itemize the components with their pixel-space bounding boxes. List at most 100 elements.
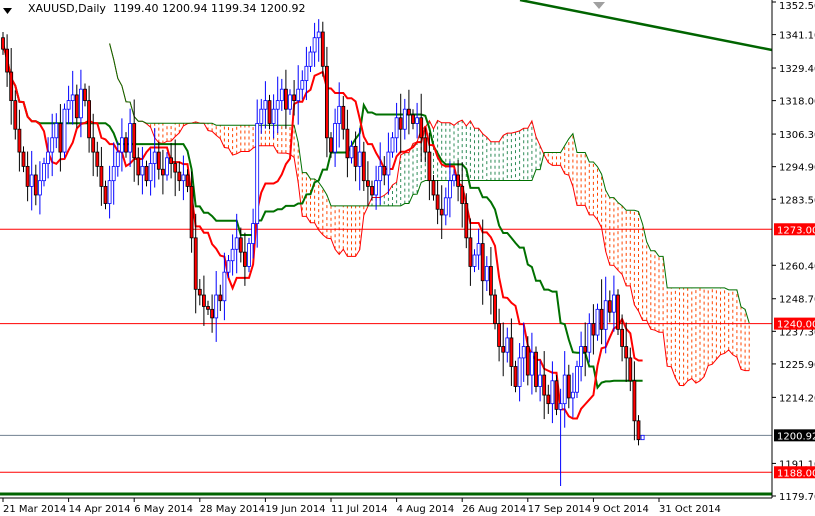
bull-candle bbox=[107, 165, 112, 219]
candle-body bbox=[583, 346, 588, 353]
period-separator-marker-icon bbox=[593, 2, 605, 9]
bull-candle bbox=[386, 132, 391, 195]
candle-body bbox=[38, 180, 42, 196]
x-tick-label: 14 Apr 2014 bbox=[69, 504, 131, 515]
x-tick-label: 31 Oct 2014 bbox=[659, 504, 721, 515]
candle-body bbox=[255, 123, 260, 224]
candle-body bbox=[571, 391, 575, 399]
bull-candle bbox=[181, 155, 186, 201]
indicator-lines bbox=[2, 43, 643, 420]
candle-body bbox=[378, 165, 383, 182]
x-tick-label: 17 Sep 2014 bbox=[528, 504, 591, 515]
y-tick-label: 1179.70 bbox=[779, 492, 815, 503]
bull-candle bbox=[530, 332, 534, 395]
candle-body bbox=[165, 157, 169, 176]
candle-body bbox=[132, 123, 137, 159]
candle-body bbox=[238, 237, 243, 253]
bull-candle bbox=[165, 152, 169, 181]
candle-body bbox=[140, 165, 145, 176]
bear-candle bbox=[460, 162, 465, 228]
bull-candle bbox=[558, 388, 563, 486]
bull-candle bbox=[79, 69, 83, 138]
candle-body bbox=[443, 197, 448, 216]
candle-body bbox=[308, 51, 313, 67]
candle-body bbox=[234, 237, 239, 250]
y-axis: 1352.50 1341.10 1329.40 1318.00 1306.30 1294.… bbox=[772, 1, 815, 503]
bear-candle bbox=[628, 347, 633, 392]
candle-body bbox=[550, 380, 555, 405]
candle-body bbox=[33, 174, 38, 196]
candle-body bbox=[42, 163, 46, 182]
bear-candle bbox=[13, 90, 18, 140]
y-tick-label: 1225.90 bbox=[779, 360, 815, 371]
candle-body bbox=[275, 100, 280, 110]
candle-body bbox=[460, 185, 465, 204]
chart-title: XAUUSD,Daily 1199.40 1200.94 1199.34 120… bbox=[28, 2, 305, 15]
candle-body bbox=[439, 208, 444, 216]
bear-candle bbox=[283, 69, 288, 129]
candle-body bbox=[226, 260, 231, 273]
bear-candle bbox=[124, 132, 128, 158]
price-badge-label: 1188.00 bbox=[777, 468, 815, 479]
price-badge-label: 1240.00 bbox=[777, 320, 815, 331]
bear-candle bbox=[497, 308, 502, 362]
candle-body bbox=[99, 165, 104, 187]
bull-candle bbox=[472, 249, 477, 273]
ichimoku-cloud bbox=[109, 43, 750, 387]
bull-candle bbox=[62, 103, 67, 158]
low-value: 1199.34 bbox=[210, 2, 257, 15]
y-tick-label: 1214.20 bbox=[779, 393, 815, 404]
candle-body bbox=[341, 105, 346, 130]
candle-body bbox=[579, 346, 583, 367]
candle-body bbox=[595, 308, 600, 336]
candle-body bbox=[58, 123, 63, 153]
candle-body bbox=[497, 323, 502, 347]
high-value: 1200.94 bbox=[161, 2, 208, 15]
bull-candle bbox=[374, 165, 379, 210]
bear-candle bbox=[95, 141, 100, 177]
candle-body bbox=[128, 123, 133, 153]
bear-candle bbox=[193, 213, 198, 314]
bull-candle bbox=[603, 276, 608, 354]
bull-candle bbox=[128, 108, 133, 167]
y-tick-label: 1306.30 bbox=[779, 130, 815, 141]
y-tick-label: 1294.90 bbox=[779, 163, 815, 174]
price-chart[interactable]: 1352.50 1341.10 1329.40 1318.00 1306.30 1294.… bbox=[0, 0, 815, 516]
candle-body bbox=[242, 251, 247, 267]
candle-body bbox=[513, 366, 518, 387]
bull-candle bbox=[66, 85, 71, 125]
bull-candle bbox=[587, 313, 592, 363]
y-tick-label: 1283.50 bbox=[779, 195, 815, 206]
candle-body bbox=[603, 300, 608, 330]
candle-body bbox=[480, 243, 485, 282]
bull-candle bbox=[54, 113, 59, 149]
candle-body bbox=[419, 117, 424, 139]
chart-window[interactable]: 1352.50 1341.10 1329.40 1318.00 1306.30 1294.… bbox=[0, 0, 815, 516]
bear-candle bbox=[411, 109, 415, 130]
bear-candle bbox=[493, 289, 497, 330]
bull-candle bbox=[115, 141, 120, 177]
candle-body bbox=[468, 237, 473, 267]
bull-candle bbox=[308, 46, 313, 73]
y-tick-label: 1318.00 bbox=[779, 97, 815, 108]
bull-candle bbox=[263, 81, 268, 129]
x-tick-label: 11 Jul 2014 bbox=[331, 504, 388, 515]
bear-candle bbox=[431, 174, 436, 201]
close-value: 1200.92 bbox=[259, 2, 306, 15]
bull-candle bbox=[312, 22, 317, 67]
bear-candle bbox=[554, 375, 559, 416]
candle-body bbox=[103, 185, 108, 204]
bear-candle bbox=[144, 160, 149, 187]
candle-body bbox=[337, 105, 342, 124]
x-tick-label: 4 Aug 2014 bbox=[397, 504, 455, 515]
bull-candle bbox=[70, 70, 75, 125]
candle-body bbox=[316, 31, 321, 39]
candle-body bbox=[394, 117, 399, 139]
candle-body bbox=[431, 180, 436, 196]
bull-candle bbox=[640, 434, 645, 441]
candle-body bbox=[353, 145, 358, 167]
candle-body bbox=[402, 108, 407, 130]
candle-body bbox=[386, 151, 391, 176]
bull-candle bbox=[402, 98, 407, 140]
trendline[interactable] bbox=[519, 0, 773, 52]
